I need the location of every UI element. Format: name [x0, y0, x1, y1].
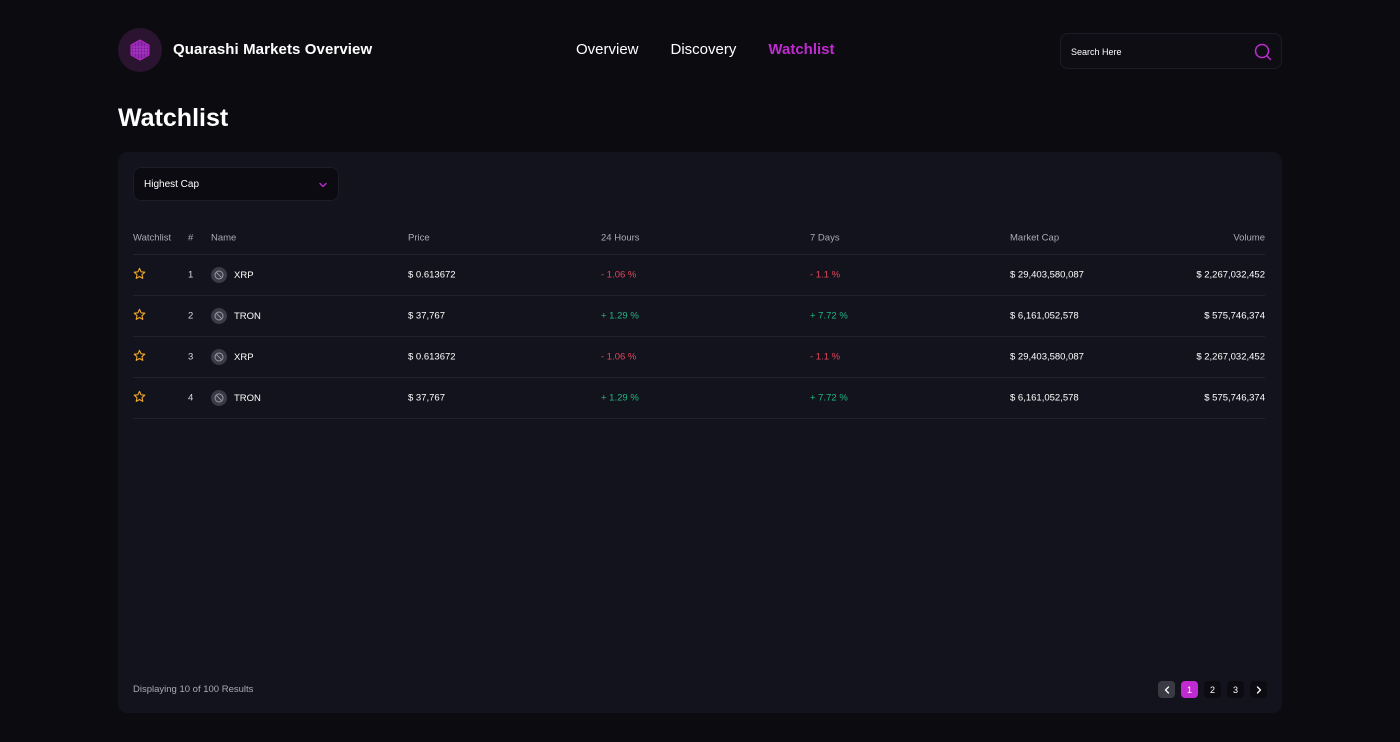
table-header: Watchlist # Name Price 24 Hours 7 Days M… [133, 222, 1265, 255]
change-7d: + 7.72 % [810, 310, 848, 322]
cube-logo-icon [130, 39, 150, 61]
price-value: $ 0.613672 [408, 351, 456, 363]
price-value: $ 37,767 [408, 310, 445, 322]
star-icon [133, 267, 146, 279]
prev-page-button[interactable] [1158, 681, 1175, 698]
nav-watchlist[interactable]: Watchlist [768, 41, 834, 58]
header-watchlist: Watchlist [133, 232, 172, 244]
price-value: $ 37,767 [408, 392, 445, 404]
change-24h: - 1.06 % [601, 269, 637, 281]
row-rank: 3 [188, 351, 194, 363]
row-rank: 1 [188, 269, 194, 281]
volume-value: $ 2,267,032,452 [1196, 351, 1265, 363]
star-icon [133, 349, 146, 361]
change-7d: - 1.1 % [810, 351, 841, 363]
row-rank: 2 [188, 310, 194, 322]
watchlist-panel: Highest Cap Watchlist # Name Price 24 Ho… [118, 152, 1282, 713]
search-icon[interactable] [1253, 42, 1273, 62]
chevron-left-icon [1164, 685, 1169, 694]
row-rank: 4 [188, 392, 194, 404]
app-title: Quarashi Markets Overview [173, 41, 373, 58]
change-24h: + 1.29 % [601, 310, 639, 322]
header-num: # [188, 232, 194, 244]
main-nav: Overview Discovery Watchlist [576, 41, 835, 58]
coin-icon [211, 349, 227, 365]
top-header: Quarashi Markets Overview Overview Disco… [118, 28, 1282, 74]
header-price: Price [408, 232, 430, 244]
table-row[interactable]: 1 XRP $ 0.613672 - 1.06 % - 1.1 % $ 29,4… [133, 255, 1265, 296]
chevron-down-icon [319, 182, 327, 188]
page-button-2[interactable]: 2 [1204, 681, 1221, 698]
markets-table: Watchlist # Name Price 24 Hours 7 Days M… [133, 222, 1265, 419]
chevron-right-icon [1256, 685, 1261, 694]
coin-icon [211, 390, 227, 406]
next-page-button[interactable] [1250, 681, 1267, 698]
sort-dropdown[interactable]: Highest Cap [133, 167, 339, 201]
price-value: $ 0.613672 [408, 269, 456, 281]
market-cap-value: $ 29,403,580,087 [1010, 351, 1084, 363]
header-24-hours: 24 Hours [601, 232, 640, 244]
nav-discovery[interactable]: Discovery [671, 41, 737, 58]
coin-name-cell: XRP [211, 349, 254, 365]
coin-name-cell: TRON [211, 308, 261, 324]
change-24h: + 1.29 % [601, 392, 639, 404]
change-7d: + 7.72 % [810, 392, 848, 404]
market-cap-value: $ 6,161,052,578 [1010, 392, 1079, 404]
results-count: Displaying 10 of 100 Results [133, 684, 254, 695]
coin-icon [211, 267, 227, 283]
coin-name: TRON [234, 310, 261, 322]
page-title: Watchlist [118, 104, 229, 132]
volume-value: $ 575,746,374 [1204, 310, 1265, 322]
header-name: Name [211, 232, 237, 244]
star-icon [133, 308, 146, 320]
coin-name: TRON [234, 392, 261, 404]
table-row[interactable]: 3 XRP $ 0.613672 - 1.06 % - 1.1 % $ 29,4… [133, 337, 1265, 378]
volume-value: $ 2,267,032,452 [1196, 269, 1265, 281]
table-row[interactable]: 4 TRON $ 37,767 + 1.29 % + 7.72 % $ 6,16… [133, 378, 1265, 419]
change-24h: - 1.06 % [601, 351, 637, 363]
coin-name-cell: TRON [211, 390, 261, 406]
table-row[interactable]: 2 TRON $ 37,767 + 1.29 % + 7.72 % $ 6,16… [133, 296, 1265, 337]
watchlist-star-button[interactable] [133, 308, 146, 324]
market-cap-value: $ 6,161,052,578 [1010, 310, 1079, 322]
change-7d: - 1.1 % [810, 269, 841, 281]
volume-value: $ 575,746,374 [1204, 392, 1265, 404]
header-7-days: 7 Days [810, 232, 840, 244]
watchlist-star-button[interactable] [133, 267, 146, 283]
sort-dropdown-value: Highest Cap [144, 179, 200, 190]
nav-overview[interactable]: Overview [576, 41, 639, 58]
coin-name: XRP [234, 351, 254, 363]
coin-name: XRP [234, 269, 254, 281]
search-input[interactable] [1071, 43, 1241, 61]
search-box [1060, 33, 1282, 69]
page-button-1[interactable]: 1 [1181, 681, 1198, 698]
page-button-3[interactable]: 3 [1227, 681, 1244, 698]
pagination: 1 2 3 [1158, 681, 1267, 698]
coin-icon [211, 308, 227, 324]
watchlist-star-button[interactable] [133, 349, 146, 365]
coin-name-cell: XRP [211, 267, 254, 283]
app-logo[interactable] [118, 28, 162, 72]
star-icon [133, 390, 146, 402]
header-volume: Volume [1233, 232, 1265, 244]
watchlist-star-button[interactable] [133, 390, 146, 406]
header-market-cap: Market Cap [1010, 232, 1060, 244]
market-cap-value: $ 29,403,580,087 [1010, 269, 1084, 281]
